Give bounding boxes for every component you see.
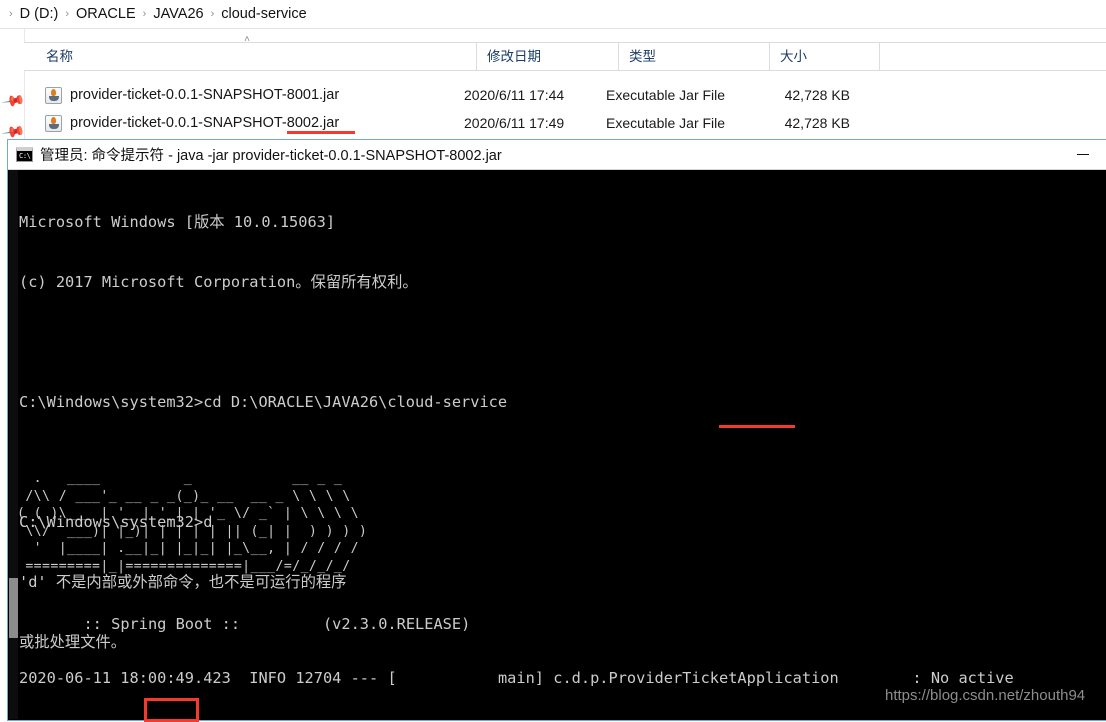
file-modified-date: 2020/6/11 17:49 bbox=[464, 115, 565, 131]
console-window-title: 管理员: 命令提示符 - java -jar provider-ticket-0… bbox=[40, 148, 502, 164]
file-modified-date: 2020/6/11 17:44 bbox=[464, 87, 565, 103]
log-level: INFO bbox=[249, 669, 287, 687]
breadcrumb-item-oracle[interactable]: ORACLE bbox=[76, 6, 136, 22]
console-log-line: 2020-06-11 18:00:49.423 INFO 12704 --- [… bbox=[19, 668, 1105, 688]
file-size: 42,728 KB bbox=[784, 115, 850, 131]
spring-boot-ascii-banner: . ____ _ __ _ _ /\\ / ___'_ __ _ _(_)_ _… bbox=[17, 471, 368, 574]
file-size: 42,728 KB bbox=[784, 87, 850, 103]
column-header-name[interactable]: 名称 bbox=[36, 43, 476, 70]
java-jar-icon bbox=[45, 86, 62, 104]
console-line: Microsoft Windows [版本 10.0.15063] bbox=[19, 213, 336, 231]
annotation-underline-command bbox=[719, 425, 795, 428]
file-type: Executable Jar File bbox=[606, 115, 726, 131]
log-timestamp: 2020-06-11 18:00:49.423 bbox=[19, 669, 231, 687]
chevron-right-icon[interactable]: › bbox=[136, 8, 154, 20]
log-thread: [ main] bbox=[387, 669, 545, 687]
column-header-end-divider bbox=[879, 43, 890, 70]
log-pid: 12704 bbox=[295, 669, 342, 687]
column-header-row: 名称 修改日期 类型 大小 bbox=[24, 42, 1106, 71]
command-prompt-window: C:\ 管理员: 命令提示符 - java -jar provider-tick… bbox=[8, 140, 1106, 722]
console-line: 'd' 不是内部或外部命令，也不是可运行的程序 bbox=[19, 573, 347, 591]
column-header-size[interactable]: 大小 bbox=[769, 43, 879, 70]
column-header-modified[interactable]: 修改日期 bbox=[476, 43, 618, 70]
annotation-underline-filename bbox=[287, 131, 355, 134]
command-prompt-icon-glyph: C:\ bbox=[19, 152, 31, 160]
log-logger: c.d.p.ProviderTicketApplication bbox=[553, 669, 839, 687]
pin-icon[interactable]: 📌 bbox=[1, 89, 26, 114]
minimize-button[interactable] bbox=[1060, 140, 1106, 169]
table-row[interactable]: provider-ticket-0.0.1-SNAPSHOT-8002.jar … bbox=[24, 110, 1106, 136]
breadcrumb-item-drive[interactable]: D (D:) bbox=[20, 6, 59, 22]
console-line: C:\Windows\system32>cd D:\ORACLE\JAVA26\… bbox=[19, 393, 508, 411]
log-dashes: --- bbox=[350, 669, 379, 687]
file-name[interactable]: provider-ticket-0.0.1-SNAPSHOT-8002.jar bbox=[70, 115, 339, 131]
chevron-right-icon[interactable]: › bbox=[204, 8, 222, 20]
table-row[interactable]: provider-ticket-0.0.1-SNAPSHOT-8001.jar … bbox=[24, 82, 1106, 108]
chevron-right-icon[interactable]: › bbox=[58, 8, 76, 20]
address-bar[interactable]: › D (D:) › ORACLE › JAVA26 › cloud-servi… bbox=[0, 0, 1106, 28]
file-name[interactable]: provider-ticket-0.0.1-SNAPSHOT-8001.jar bbox=[70, 87, 339, 103]
annotation-box-port bbox=[144, 698, 199, 722]
column-header-type[interactable]: 类型 bbox=[618, 43, 769, 70]
breadcrumb-item-java26[interactable]: JAVA26 bbox=[153, 6, 203, 22]
file-type: Executable Jar File bbox=[606, 87, 726, 103]
java-jar-icon bbox=[45, 114, 62, 132]
address-bar-divider bbox=[0, 28, 1106, 29]
console-title-bar[interactable]: C:\ 管理员: 命令提示符 - java -jar provider-tick… bbox=[8, 140, 1106, 170]
console-scrollbar-thumb[interactable] bbox=[9, 578, 18, 638]
minimize-icon bbox=[1077, 153, 1089, 156]
watermark: https://blog.csdn.net/zhouth94 bbox=[885, 687, 1086, 704]
breadcrumb-leading-chevron-icon: › bbox=[9, 8, 13, 20]
console-line: (c) 2017 Microsoft Corporation。保留所有权利。 bbox=[19, 273, 418, 291]
console-output-area[interactable]: Microsoft Windows [版本 10.0.15063] (c) 20… bbox=[9, 170, 1105, 719]
breadcrumb-item-cloud-service[interactable]: cloud-service bbox=[221, 6, 306, 22]
console-scrollbar[interactable] bbox=[9, 170, 18, 719]
log-message: : No active bbox=[912, 669, 1014, 687]
command-prompt-icon: C:\ bbox=[16, 147, 33, 162]
